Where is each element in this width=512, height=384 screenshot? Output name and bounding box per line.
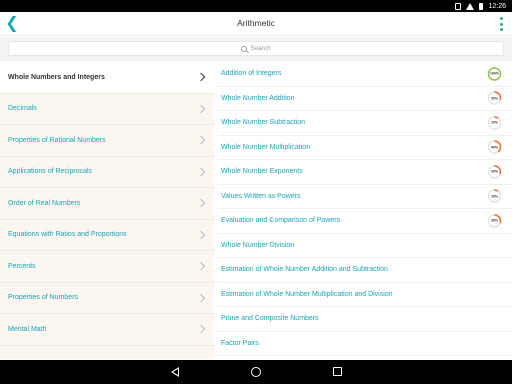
sidebar-item-label: Decimals — [8, 105, 37, 113]
progress-label: 30% — [490, 96, 498, 101]
app-bar: ❮ Arithmetic — [0, 12, 512, 36]
search-bar: Search — [0, 37, 512, 61]
topic-label: Whole Number Division — [221, 241, 295, 249]
topic-row[interactable]: Evaluation and Comparison of Powers 30% — [218, 209, 512, 234]
sidebar-item[interactable]: Applications of Reciprocals — [0, 157, 214, 188]
topic-label: Evaluation and Comparison of Powers — [221, 217, 341, 225]
topic-label: Whole Number Exponents — [221, 168, 303, 176]
wifi-icon — [466, 2, 475, 10]
topic-row[interactable]: Whole Number Multiplication 40% — [218, 136, 512, 160]
topic-row[interactable]: Whole Number Division — [218, 234, 512, 258]
topic-row[interactable]: Addition of Integers 100% — [218, 62, 512, 87]
topic-row[interactable]: Whole Number Addition 30% — [218, 87, 512, 111]
topic-row[interactable]: Estimation of Whole Number Addition and … — [218, 258, 512, 283]
progress-ring: 100% — [487, 66, 502, 81]
search-placeholder: Search — [250, 45, 271, 52]
chevron-right-icon — [196, 167, 206, 176]
progress-ring: 30% — [487, 213, 502, 228]
topic-label: Values Written as Powers — [221, 192, 301, 200]
topic-label: Prime and Composite Numbers — [221, 315, 319, 323]
status-time: 12:26 — [488, 2, 506, 10]
sidebar: Whole Numbers and Integers Decimals Proper… — [0, 62, 214, 359]
sidebar-item-label: Whole Numbers and Integers — [8, 73, 105, 81]
topic-row[interactable]: Estimation of Whole Number Multiplicatio… — [218, 283, 512, 307]
topic-row[interactable]: Values Written as Powers 10% — [218, 185, 512, 209]
page-title: Arithmetic — [237, 18, 275, 28]
sidebar-item-label: Applications of Reciprocals — [8, 168, 93, 176]
progress-label: 10% — [490, 194, 498, 199]
chevron-right-icon — [196, 136, 206, 145]
progress-ring: 40% — [487, 140, 502, 155]
sidebar-item-label: Equations with Ratios and Proportions — [8, 231, 127, 239]
search-icon — [241, 45, 248, 52]
topic-row[interactable]: Factor Pairs — [218, 332, 512, 356]
progress-ring: 10% — [487, 189, 502, 204]
sidebar-item-label: Properties of Rational Numbers — [8, 136, 106, 144]
topic-label: Whole Number Addition — [221, 94, 295, 102]
vibrate-icon — [455, 2, 462, 10]
status-bar: 12:26 — [0, 0, 512, 12]
progress-label: 10% — [490, 120, 498, 125]
chevron-right-icon — [196, 73, 206, 82]
chevron-right-icon — [196, 293, 206, 302]
topic-row[interactable]: Prime and Composite Numbers — [218, 307, 512, 332]
topic-label: Whole Number Subtraction — [221, 119, 306, 127]
topic-row[interactable]: Whole Number Subtraction 10% — [218, 111, 512, 136]
topic-label: Factor Pairs — [221, 339, 259, 347]
sidebar-item[interactable]: Percents — [0, 251, 214, 283]
sidebar-item-label: Order of Real Numbers — [8, 199, 81, 207]
progress-label: 30% — [490, 169, 498, 174]
progress-label: 30% — [490, 218, 498, 223]
sidebar-item-label: Mental Math — [8, 325, 47, 333]
progress-label: 100% — [490, 71, 499, 76]
chevron-right-icon — [196, 325, 206, 334]
sidebar-item[interactable]: Equations with Ratios and Proportions — [0, 220, 214, 251]
chevron-right-icon — [196, 262, 206, 271]
nav-recents-icon[interactable] — [333, 367, 342, 376]
battery-icon — [479, 2, 484, 10]
sidebar-item[interactable]: Properties of Numbers — [0, 283, 214, 314]
topic-label: Estimation of Whole Number Addition and … — [221, 266, 388, 274]
chevron-right-icon — [196, 104, 206, 113]
topic-row[interactable]: Whole Number Exponents 30% — [218, 160, 512, 185]
progress-label: 40% — [490, 145, 498, 150]
topic-label: Addition of Integers — [221, 70, 282, 78]
sidebar-item[interactable]: Mental Math — [0, 314, 214, 346]
progress-ring: 30% — [487, 91, 502, 106]
topic-label: Whole Number Multiplication — [221, 143, 311, 151]
more-vert-icon — [499, 17, 503, 20]
sidebar-item[interactable]: Properties of Rational Numbers — [0, 125, 214, 157]
progress-ring: 30% — [487, 164, 502, 179]
progress-ring: 10% — [487, 115, 502, 130]
nav-back-icon[interactable] — [171, 367, 179, 377]
sidebar-item-label: Properties of Numbers — [8, 294, 79, 302]
topic-list: Addition of Integers 100% Whole Number Add… — [214, 62, 512, 359]
nav-home-icon[interactable] — [251, 367, 261, 377]
sidebar-item-label: Percents — [8, 262, 36, 270]
sidebar-item[interactable]: Order of Real Numbers — [0, 188, 214, 220]
more-options-button[interactable] — [498, 17, 504, 31]
chevron-right-icon — [196, 230, 206, 239]
search-input[interactable]: Search — [8, 41, 504, 56]
sidebar-item[interactable]: Whole Numbers and Integers — [0, 62, 214, 94]
sidebar-item[interactable]: Decimals — [0, 94, 214, 125]
topic-label: Estimation of Whole Number Multiplicatio… — [221, 290, 393, 298]
system-nav-bar — [0, 360, 512, 384]
chevron-right-icon — [196, 199, 206, 208]
